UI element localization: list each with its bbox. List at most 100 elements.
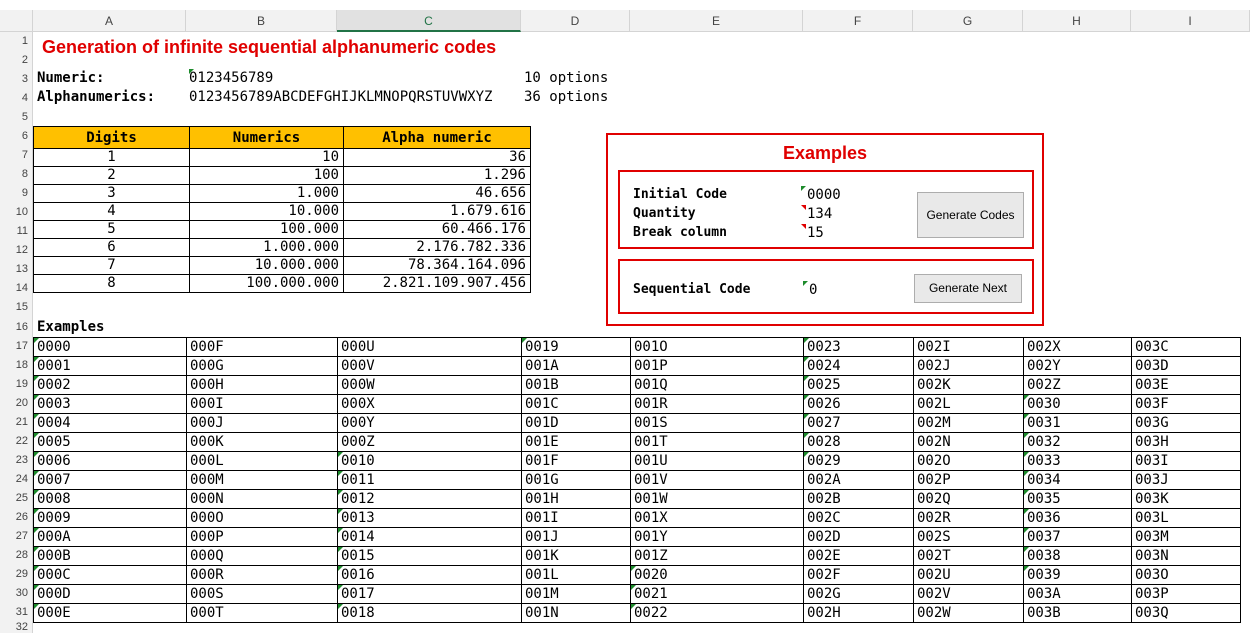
example-code-cell[interactable]: 002Q <box>913 489 1024 509</box>
row-header-25[interactable]: 25 <box>0 489 33 508</box>
example-code-cell[interactable]: 0029 <box>803 451 914 471</box>
example-code-cell[interactable]: 001C <box>521 394 631 414</box>
example-code-cell[interactable]: 001W <box>630 489 804 509</box>
example-code-cell[interactable]: 000G <box>186 356 338 376</box>
example-code-cell[interactable]: 002P <box>913 470 1024 490</box>
example-code-cell[interactable]: 0038 <box>1023 546 1132 566</box>
example-code-cell[interactable]: 002D <box>803 527 914 547</box>
digits-cell[interactable]: 1 <box>33 148 190 167</box>
example-code-cell[interactable]: 0017 <box>337 584 522 604</box>
row-header-10[interactable]: 10 <box>0 203 33 222</box>
example-code-cell[interactable]: 002I <box>913 337 1024 357</box>
example-code-cell[interactable]: 0006 <box>33 451 187 471</box>
example-code-cell[interactable]: 0032 <box>1023 432 1132 452</box>
example-code-cell[interactable]: 000F <box>186 337 338 357</box>
example-code-cell[interactable]: 002F <box>803 565 914 585</box>
example-code-cell[interactable]: 002B <box>803 489 914 509</box>
row-header-6[interactable]: 6 <box>0 127 33 146</box>
example-code-cell[interactable]: 0023 <box>803 337 914 357</box>
column-header-d[interactable]: D <box>521 10 630 32</box>
example-code-cell[interactable]: 001U <box>630 451 804 471</box>
example-code-cell[interactable]: 001V <box>630 470 804 490</box>
row-header-3[interactable]: 3 <box>0 70 33 89</box>
row-header-20[interactable]: 20 <box>0 394 33 413</box>
row-header-14[interactable]: 14 <box>0 279 33 298</box>
column-header-i[interactable]: I <box>1131 10 1250 32</box>
example-code-cell[interactable]: 002Z <box>1023 375 1132 395</box>
alpha-value[interactable]: 0123456789ABCDEFGHIJKLMNOPQRSTUVWXYZ <box>189 88 492 106</box>
example-code-cell[interactable]: 002S <box>913 527 1024 547</box>
example-code-cell[interactable]: 003O <box>1131 565 1241 585</box>
example-code-cell[interactable]: 000Y <box>337 413 522 433</box>
digits-cell[interactable]: 5 <box>33 220 190 239</box>
row-header-8[interactable]: 8 <box>0 165 33 184</box>
example-code-cell[interactable]: 002Y <box>1023 356 1132 376</box>
numerics-cell[interactable]: 10.000.000 <box>189 256 344 275</box>
example-code-cell[interactable]: 003L <box>1131 508 1241 528</box>
example-code-cell[interactable]: 000C <box>33 565 187 585</box>
row-header-23[interactable]: 23 <box>0 451 33 470</box>
digits-cell[interactable]: 4 <box>33 202 190 221</box>
alpha-numeric-cell[interactable]: 46.656 <box>343 184 531 203</box>
row-header-26[interactable]: 26 <box>0 508 33 527</box>
row-header-27[interactable]: 27 <box>0 527 33 546</box>
example-code-cell[interactable]: 0022 <box>630 603 804 623</box>
example-code-cell[interactable]: 002G <box>803 584 914 604</box>
example-code-cell[interactable]: 000U <box>337 337 522 357</box>
digits-cell[interactable]: 7 <box>33 256 190 275</box>
example-code-cell[interactable]: 003I <box>1131 451 1241 471</box>
example-code-cell[interactable]: 0035 <box>1023 489 1132 509</box>
row-header-11[interactable]: 11 <box>0 222 33 241</box>
break-column-value[interactable]: 15 <box>801 224 824 242</box>
example-code-cell[interactable]: 0034 <box>1023 470 1132 490</box>
example-code-cell[interactable]: 0020 <box>630 565 804 585</box>
example-code-cell[interactable]: 0039 <box>1023 565 1132 585</box>
numerics-cell[interactable]: 100.000 <box>189 220 344 239</box>
example-code-cell[interactable]: 001A <box>521 356 631 376</box>
column-header-c[interactable]: C <box>337 10 521 32</box>
example-code-cell[interactable]: 0002 <box>33 375 187 395</box>
example-code-cell[interactable]: 000P <box>186 527 338 547</box>
example-code-cell[interactable]: 003A <box>1023 584 1132 604</box>
example-code-cell[interactable]: 001G <box>521 470 631 490</box>
example-code-cell[interactable]: 000J <box>186 413 338 433</box>
example-code-cell[interactable]: 003J <box>1131 470 1241 490</box>
example-code-cell[interactable]: 000H <box>186 375 338 395</box>
digits-cell[interactable]: 3 <box>33 184 190 203</box>
example-code-cell[interactable]: 002E <box>803 546 914 566</box>
example-code-cell[interactable]: 0000 <box>33 337 187 357</box>
example-code-cell[interactable]: 000B <box>33 546 187 566</box>
row-header-21[interactable]: 21 <box>0 413 33 432</box>
example-code-cell[interactable]: 000V <box>337 356 522 376</box>
generate-next-button[interactable]: Generate Next <box>914 274 1022 303</box>
example-code-cell[interactable]: 003H <box>1131 432 1241 452</box>
row-header-24[interactable]: 24 <box>0 470 33 489</box>
alpha-numeric-cell[interactable]: 60.466.176 <box>343 220 531 239</box>
example-code-cell[interactable]: 0003 <box>33 394 187 414</box>
example-code-cell[interactable]: 000N <box>186 489 338 509</box>
example-code-cell[interactable]: 002R <box>913 508 1024 528</box>
example-code-cell[interactable]: 000W <box>337 375 522 395</box>
row-header-30[interactable]: 30 <box>0 584 33 603</box>
column-header-e[interactable]: E <box>630 10 803 32</box>
digits-cell[interactable]: 2 <box>33 166 190 185</box>
example-code-cell[interactable]: 003F <box>1131 394 1241 414</box>
example-code-cell[interactable]: 002T <box>913 546 1024 566</box>
row-header-19[interactable]: 19 <box>0 375 33 394</box>
example-code-cell[interactable]: 001Y <box>630 527 804 547</box>
alpha-numeric-cell[interactable]: 1.679.616 <box>343 202 531 221</box>
example-code-cell[interactable]: 0012 <box>337 489 522 509</box>
example-code-cell[interactable]: 003D <box>1131 356 1241 376</box>
example-code-cell[interactable]: 002W <box>913 603 1024 623</box>
example-code-cell[interactable]: 000O <box>186 508 338 528</box>
example-code-cell[interactable]: 001B <box>521 375 631 395</box>
row-header-2[interactable]: 2 <box>0 51 33 70</box>
example-code-cell[interactable]: 000E <box>33 603 187 623</box>
digits-cell[interactable]: 6 <box>33 238 190 257</box>
example-code-cell[interactable]: 0027 <box>803 413 914 433</box>
numerics-cell[interactable]: 1.000 <box>189 184 344 203</box>
example-code-cell[interactable]: 000L <box>186 451 338 471</box>
row-header-16[interactable]: 16 <box>0 317 33 337</box>
column-header-b[interactable]: B <box>186 10 337 32</box>
numerics-cell[interactable]: 1.000.000 <box>189 238 344 257</box>
